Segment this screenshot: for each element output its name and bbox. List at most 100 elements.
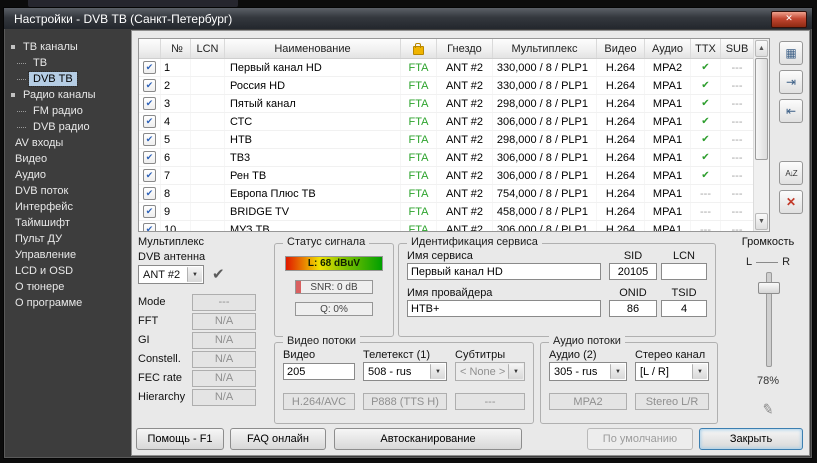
column-header-ttx[interactable]: TTX [691, 39, 721, 58]
column-header-video[interactable]: Видео [597, 39, 645, 58]
video-pid-field[interactable] [283, 363, 355, 380]
channel-checkbox[interactable]: ✔ [143, 133, 156, 146]
chevron-down-icon[interactable]: ▼ [187, 267, 202, 282]
sidebar-item[interactable]: ТВ каналы [4, 39, 131, 55]
sid-field[interactable] [609, 263, 657, 280]
sidebar-item[interactable]: Радио каналы [4, 87, 131, 103]
sidebar-item[interactable]: Таймшифт [4, 215, 131, 231]
chevron-down-icon[interactable]: ▼ [692, 364, 707, 379]
sidebar-item[interactable]: Видео [4, 151, 131, 167]
sidebar-item[interactable]: Аудио [4, 167, 131, 183]
column-header-encryption[interactable] [401, 39, 437, 58]
chevron-down-icon[interactable]: ▼ [430, 364, 445, 379]
scrollbar-thumb[interactable] [755, 58, 768, 160]
tsid-field[interactable] [661, 300, 707, 317]
cell-name: Европа Плюс ТВ [225, 185, 401, 202]
column-header-audio[interactable]: Аудио [645, 39, 691, 58]
pencil-icon[interactable]: ✎ [731, 395, 805, 424]
scroll-up-icon[interactable]: ▲ [755, 40, 768, 57]
signal-quality-bar: Q: 0% [295, 302, 373, 316]
cell-encryption: FTA [401, 95, 437, 112]
close-button[interactable]: ✕ [771, 11, 807, 28]
antenna-combobox[interactable]: ANT #2 ▼ [138, 265, 204, 284]
sidebar-item[interactable]: DVB ТВ [4, 71, 131, 87]
column-header-sub[interactable]: SUB [721, 39, 753, 58]
onid-field[interactable] [609, 300, 657, 317]
subtitles-info-field: --- [455, 393, 525, 410]
sidebar-item[interactable]: Интерфейс [4, 199, 131, 215]
stereo-combobox[interactable]: [L / R] ▼ [635, 362, 709, 381]
column-header-number[interactable]: № [161, 39, 191, 58]
close-dialog-button[interactable]: Закрыть [699, 428, 803, 450]
sidebar-item[interactable]: О программе [4, 295, 131, 311]
stereo-info-field: Stereo L/R [635, 393, 709, 410]
sidebar-item[interactable]: ТВ [4, 55, 131, 71]
cell-socket: ANT #2 [437, 149, 493, 166]
sidebar-item[interactable]: DVB поток [4, 183, 131, 199]
table-row[interactable]: ✔7Рен ТВFTAANT #2306,000 / 8 / PLP1H.264… [139, 167, 753, 185]
sort-az-button[interactable]: A↓Z [779, 161, 803, 185]
subtitles-combobox[interactable]: < None > ▼ [455, 362, 525, 381]
table-row[interactable]: ✔1Первый канал HDFTAANT #2330,000 / 8 / … [139, 59, 753, 77]
channel-checkbox[interactable]: ✔ [143, 97, 156, 110]
service-name-field[interactable] [407, 263, 601, 280]
apply-antenna-button[interactable]: ✔ [212, 266, 225, 284]
channel-checkbox[interactable]: ✔ [143, 205, 156, 218]
list-import-button[interactable]: ⇥ [779, 70, 803, 94]
faq-button[interactable]: FAQ онлайн [230, 428, 326, 450]
channel-checkbox[interactable]: ✔ [143, 169, 156, 182]
channel-checkbox[interactable]: ✔ [143, 61, 156, 74]
sidebar-item[interactable]: Пульт ДУ [4, 231, 131, 247]
audio-combobox[interactable]: 305 - rus ▼ [549, 362, 627, 381]
ttx-check-icon: ✔ [701, 116, 709, 127]
cell-name: НТВ [225, 131, 401, 148]
channel-checkbox[interactable]: ✔ [143, 79, 156, 92]
channel-grid-button[interactable]: ▦ [779, 41, 803, 65]
column-header-socket[interactable]: Гнездо [437, 39, 493, 58]
scrollbar-track[interactable] [754, 58, 769, 212]
teletext-combobox[interactable]: 508 - rus ▼ [363, 362, 447, 381]
column-header-checkbox[interactable] [139, 39, 161, 58]
volume-slider[interactable] [732, 272, 804, 367]
sidebar-item[interactable]: О тюнере [4, 279, 131, 295]
volume-left-label: L [746, 256, 752, 268]
chevron-down-icon[interactable]: ▼ [610, 364, 625, 379]
table-row[interactable]: ✔6ТВ3FTAANT #2306,000 / 8 / PLP1H.264MPA… [139, 149, 753, 167]
sidebar-item[interactable]: LCD и OSD [4, 263, 131, 279]
table-row[interactable]: ✔4СТСFTAANT #2306,000 / 8 / PLP1H.264MPA… [139, 113, 753, 131]
channel-checkbox[interactable]: ✔ [143, 151, 156, 164]
sidebar-item-label: О тюнере [11, 280, 68, 294]
sidebar-item[interactable]: Управление [4, 247, 131, 263]
cell-video: H.264 [597, 221, 645, 231]
table-row[interactable]: ✔3Пятый каналFTAANT #2298,000 / 8 / PLP1… [139, 95, 753, 113]
help-button[interactable]: Помощь - F1 [136, 428, 224, 450]
scroll-down-icon[interactable]: ▼ [755, 213, 768, 230]
table-row[interactable]: ✔2Россия HDFTAANT #2330,000 / 8 / PLP1H.… [139, 77, 753, 95]
list-export-button[interactable]: ⇤ [779, 99, 803, 123]
dvb-antenna-label: DVB антенна [138, 251, 268, 263]
channel-checkbox[interactable]: ✔ [143, 187, 156, 200]
column-header-lcn[interactable]: LCN [191, 39, 225, 58]
titlebar[interactable]: Настройки - DVB ТВ (Санкт-Петербург) ✕ [4, 8, 812, 29]
table-row[interactable]: ✔8Европа Плюс ТВFTAANT #2754,000 / 8 / P… [139, 185, 753, 203]
channel-checkbox[interactable]: ✔ [143, 115, 156, 128]
delete-channel-button[interactable]: ✕ [779, 190, 803, 214]
sidebar-item-label: FM радио [29, 104, 87, 118]
volume-slider-handle[interactable] [758, 282, 780, 294]
column-header-multiplex[interactable]: Мультиплекс [493, 39, 597, 58]
settings-window: Настройки - DVB ТВ (Санкт-Петербург) ✕ Т… [3, 7, 813, 459]
sidebar-item[interactable]: DVB радио [4, 119, 131, 135]
sidebar-item[interactable]: AV входы [4, 135, 131, 151]
column-header-name[interactable]: Наименование [225, 39, 401, 58]
channel-checkbox[interactable]: ✔ [143, 223, 156, 231]
sidebar-item[interactable]: FM радио [4, 103, 131, 119]
signal-status-caption: Статус сигнала [283, 236, 369, 248]
provider-field[interactable] [407, 300, 601, 317]
lcn-field[interactable] [661, 263, 707, 280]
table-row[interactable]: ✔5НТВFTAANT #2298,000 / 8 / PLP1H.264MPA… [139, 131, 753, 149]
table-row[interactable]: ✔9BRIDGE TVFTAANT #2458,000 / 8 / PLP1H.… [139, 203, 753, 221]
table-scrollbar[interactable]: ▲ ▼ [753, 39, 769, 231]
autoscan-button[interactable]: Автосканирование [334, 428, 522, 450]
table-row[interactable]: ✔10МУЗ ТВFTAANT #2306,000 / 8 / PLP1H.26… [139, 221, 753, 231]
cell-sub: --- [721, 95, 753, 112]
